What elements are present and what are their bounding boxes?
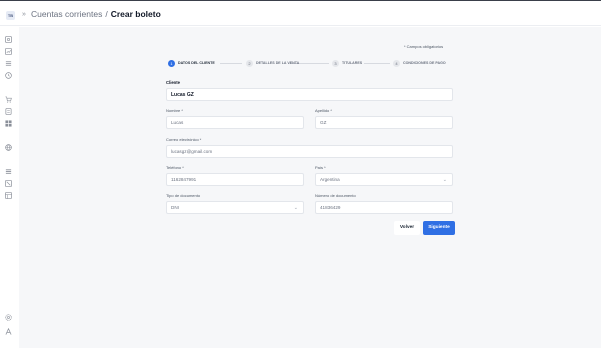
tipo-documento-label: Tipo de documento: [166, 193, 201, 198]
apellido-label: Apellido *: [315, 108, 332, 113]
required-fields-note: * Campos obligatorios: [404, 44, 444, 49]
pais-label: País *: [315, 165, 326, 170]
pais-select[interactable]: Argentina ⌄: [315, 173, 453, 186]
step-label: TITULARES: [342, 61, 363, 65]
step-label: CONDICIONES DE PAGO: [403, 61, 446, 65]
settings-icon[interactable]: [5, 314, 12, 321]
step-condiciones-pago[interactable]: 4 CONDICIONES DE PAGO: [393, 58, 446, 68]
step-number: 3: [332, 59, 339, 67]
cart-icon[interactable]: [5, 96, 12, 103]
numero-documento-label: Número de documento: [315, 193, 356, 198]
nombre-label: Nombre *: [166, 108, 183, 113]
avatar[interactable]: TB: [6, 11, 15, 20]
apellido-field[interactable]: GZ: [315, 116, 453, 129]
step-number: 2: [246, 59, 253, 67]
dashboard-icon[interactable]: [5, 36, 12, 43]
breadcrumb-separator: /: [105, 9, 108, 19]
step-connector: [220, 63, 242, 64]
step-titulares[interactable]: 3 TITULARES: [332, 58, 362, 68]
numero-documento-field[interactable]: 41836429: [315, 201, 453, 214]
grid-icon[interactable]: [5, 120, 12, 127]
sidebar: [0, 26, 18, 348]
history-icon[interactable]: [5, 72, 12, 79]
email-field[interactable]: lucasgz@gmail.com: [166, 145, 453, 158]
step-detalles-venta[interactable]: 2 DETALLES DE LA VENTA: [246, 58, 299, 68]
step-datos-cliente[interactable]: 1 DATOS DEL CLIENTE: [168, 58, 215, 68]
page-title: Crear boleto: [110, 9, 161, 19]
step-label: DETALLES DE LA VENTA: [256, 61, 300, 65]
document-icon[interactable]: [5, 108, 12, 115]
nombre-field[interactable]: Lucas: [166, 116, 304, 129]
client-label: Cliente: [166, 80, 180, 85]
table-icon[interactable]: [5, 192, 12, 199]
tipo-documento-select[interactable]: DNI ⌄: [166, 201, 304, 214]
main-content: [19, 27, 601, 348]
telefono-label: Teléfono *: [166, 165, 184, 170]
chart-icon[interactable]: [5, 48, 12, 55]
step-number: 4: [393, 59, 400, 67]
back-button[interactable]: Volver: [394, 221, 420, 235]
list-icon[interactable]: [5, 60, 12, 67]
shield-icon[interactable]: [5, 180, 12, 187]
top-bar: TB » Cuentas corrientes / Crear boleto: [0, 0, 601, 26]
step-number: 1: [168, 59, 175, 67]
tipo-documento-value: DNI: [171, 205, 179, 210]
sidebar-toggle-icon[interactable]: »: [20, 11, 28, 19]
pais-value: Argentina: [320, 177, 340, 182]
stack-icon[interactable]: [5, 168, 12, 175]
chevron-down-icon: ⌄: [293, 205, 298, 211]
step-connector: [364, 63, 390, 64]
chevron-down-icon: ⌄: [442, 177, 447, 183]
next-button[interactable]: Siguiente: [423, 221, 455, 235]
telefono-field[interactable]: 1162847991: [166, 173, 304, 186]
step-label: DATOS DEL CLIENTE: [178, 61, 215, 65]
stepper: 1 DATOS DEL CLIENTE 2 DETALLES DE LA VEN…: [168, 58, 453, 68]
breadcrumb-parent[interactable]: Cuentas corrientes: [31, 9, 102, 19]
client-field[interactable]: Lucas GZ: [166, 88, 453, 101]
breadcrumb: Cuentas corrientes / Crear boleto: [31, 9, 161, 19]
globe-icon[interactable]: [5, 144, 12, 151]
user-icon[interactable]: [5, 328, 12, 335]
email-label: Correo electrónico *: [166, 137, 202, 142]
